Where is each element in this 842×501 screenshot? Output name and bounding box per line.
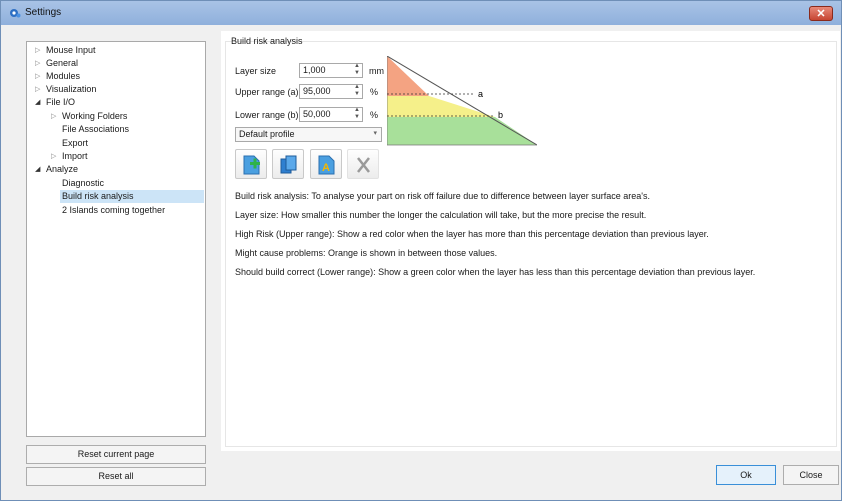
- description-line: Build risk analysis: To analyse your par…: [235, 191, 650, 201]
- close-icon[interactable]: ✕: [809, 6, 833, 21]
- description-line: High Risk (Upper range): Show a red colo…: [235, 229, 709, 239]
- sidebar-item-visualization[interactable]: ▷ Visualization: [35, 83, 97, 96]
- lower-range-unit: %: [370, 110, 379, 120]
- rename-profile-icon: A: [318, 155, 335, 175]
- tree-expand-icon[interactable]: ▷: [35, 57, 43, 70]
- marker-b: b: [498, 110, 503, 120]
- profile-selected-value: Default profile: [239, 129, 295, 139]
- upper-range-label: Upper range (a): [235, 87, 299, 97]
- sidebar-item-label: File Associations: [62, 124, 130, 134]
- layer-size-label: Layer size: [235, 66, 277, 76]
- sidebar-item-diagnostic[interactable]: Diagnostic: [62, 177, 104, 190]
- sidebar-item-label: Build risk analysis: [62, 191, 134, 201]
- add-profile-icon: [243, 155, 260, 175]
- lower-range-label: Lower range (b): [235, 110, 299, 120]
- reset-current-page-button[interactable]: Reset current page: [26, 445, 206, 464]
- reset-all-button[interactable]: Reset all: [26, 467, 206, 486]
- sidebar-item-label: Diagnostic: [62, 178, 105, 188]
- sidebar-item-modules[interactable]: ▷ Modules: [35, 70, 81, 83]
- ok-button[interactable]: Ok: [716, 465, 776, 485]
- mid-risk-zone: [387, 96, 495, 117]
- sidebar-item-general[interactable]: ▷ General: [35, 57, 79, 70]
- group-title: Build risk analysis: [231, 36, 303, 46]
- sidebar-item-label: Import: [62, 151, 88, 161]
- lower-range-input[interactable]: 50,000 ▲ ▼: [299, 107, 363, 122]
- close-button[interactable]: Close: [783, 465, 839, 485]
- description-line: Might cause problems: Orange is shown in…: [235, 248, 498, 258]
- high-risk-zone: [387, 56, 429, 96]
- profile-select[interactable]: Default profile ▾: [235, 127, 382, 142]
- spinner-arrows-icon[interactable]: ▲ ▼: [354, 84, 360, 98]
- sidebar-item-label: Modules: [46, 71, 81, 81]
- tree-collapse-icon[interactable]: ◢: [35, 163, 43, 176]
- settings-window: Settings ✕ ▷ Mouse Input ▷ General ▷ Module…: [0, 0, 842, 501]
- tree-expand-icon[interactable]: ▷: [35, 83, 43, 96]
- sidebar-item-mouse-input[interactable]: ▷ Mouse Input: [35, 44, 96, 57]
- sidebar-item-label: Mouse Input: [46, 45, 96, 55]
- upper-range-input[interactable]: 95,000 ▲ ▼: [299, 84, 363, 99]
- copy-profile-icon: [280, 155, 297, 174]
- sidebar-item-2-islands[interactable]: 2 Islands coming together: [62, 204, 165, 217]
- description-line: Should build correct (Lower range): Show…: [235, 267, 756, 277]
- sidebar-item-file-associations[interactable]: File Associations: [62, 123, 129, 136]
- sidebar-item-label: 2 Islands coming together: [62, 205, 166, 215]
- dropdown-arrow-icon: ▾: [373, 130, 377, 137]
- upper-range-unit: %: [370, 87, 379, 97]
- settings-tree: ▷ Mouse Input ▷ General ▷ Modules ▷ Visualiz…: [26, 41, 206, 437]
- sidebar-item-build-risk-analysis[interactable]: Build risk analysis: [60, 190, 204, 203]
- window-title: Settings: [25, 7, 62, 18]
- sidebar-item-import[interactable]: ▷ Import: [51, 150, 88, 163]
- sidebar-item-label: General: [46, 58, 79, 68]
- delete-profile-icon: [357, 157, 370, 173]
- lower-range-value: 50,000: [303, 109, 331, 119]
- sidebar-item-label: Export: [62, 138, 89, 148]
- tree-expand-icon[interactable]: ▷: [51, 150, 59, 163]
- rename-profile-button[interactable]: A: [310, 149, 342, 179]
- layer-size-value: 1,000: [303, 65, 326, 75]
- description-line: Layer size: How smaller this number the …: [235, 210, 647, 220]
- spinner-arrows-icon[interactable]: ▲ ▼: [354, 107, 360, 121]
- tree-expand-icon[interactable]: ▷: [35, 44, 43, 57]
- title-bar: Settings ✕: [1, 1, 841, 25]
- sidebar-item-file-io[interactable]: ◢ File I/O: [35, 96, 76, 109]
- sidebar-item-analyze[interactable]: ◢ Analyze: [35, 163, 79, 176]
- delete-profile-button[interactable]: [347, 149, 379, 179]
- upper-range-value: 95,000: [303, 86, 331, 96]
- add-profile-button[interactable]: [235, 149, 267, 179]
- tree-expand-icon[interactable]: ▷: [35, 70, 43, 83]
- svg-text:A: A: [322, 162, 330, 174]
- sidebar-item-export[interactable]: Export: [62, 137, 88, 150]
- marker-a: a: [478, 89, 483, 99]
- layer-size-unit: mm: [369, 66, 384, 76]
- low-risk-zone: [387, 117, 537, 145]
- tree-expand-icon[interactable]: ▷: [51, 110, 59, 123]
- sidebar-item-label: Visualization: [46, 84, 97, 94]
- sidebar-item-label: Working Folders: [62, 111, 128, 121]
- tree-collapse-icon[interactable]: ◢: [35, 96, 43, 109]
- spinner-arrows-icon[interactable]: ▲ ▼: [354, 63, 360, 77]
- copy-profile-button[interactable]: [272, 149, 304, 179]
- sidebar-item-label: File I/O: [46, 97, 76, 107]
- layer-size-input[interactable]: 1,000 ▲ ▼: [299, 63, 363, 78]
- risk-diagram: a b: [387, 56, 537, 146]
- settings-app-icon: [10, 9, 21, 18]
- sidebar-item-working-folders[interactable]: ▷ Working Folders: [51, 110, 128, 123]
- sidebar-item-label: Analyze: [46, 164, 79, 174]
